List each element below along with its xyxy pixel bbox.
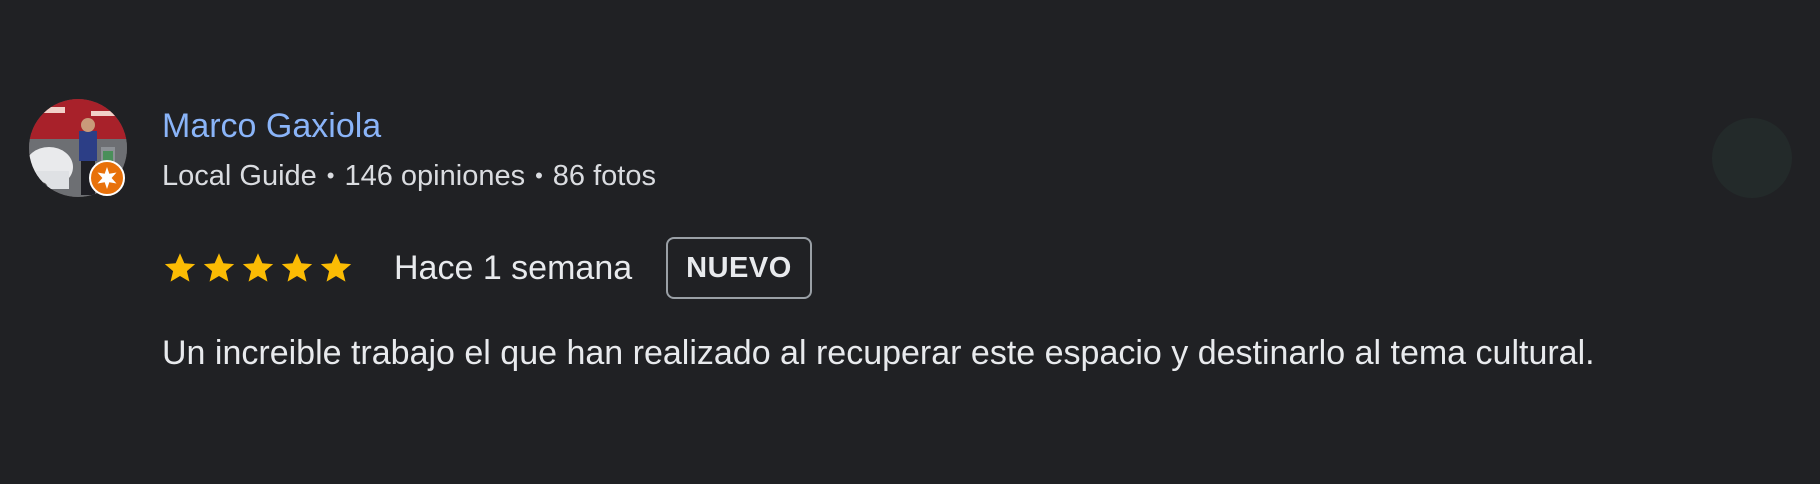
rating-row: Hace 1 semana NUEVO: [162, 236, 812, 300]
star-icon: [242, 253, 274, 282]
review-date: Hace 1 semana: [394, 248, 633, 287]
star-rating: [162, 250, 357, 286]
star-icon: [203, 253, 235, 282]
review-text: Un increible trabajo el que han realizad…: [162, 334, 1595, 372]
local-guide-badge-icon: [89, 160, 125, 196]
star-icon: [281, 253, 313, 282]
reviewer-level: Local Guide: [162, 160, 317, 192]
photos-count: 86 fotos: [552, 160, 656, 192]
star-icon: [320, 253, 352, 282]
reviewer-meta[interactable]: Local Guide • 146 opiniones • 86 fotos: [162, 156, 656, 196]
new-badge: NUEVO: [666, 237, 812, 299]
action-button[interactable]: [1712, 118, 1792, 198]
meta-separator: •: [326, 163, 335, 188]
reviewer-name[interactable]: Marco Gaxiola: [162, 103, 381, 149]
meta-separator: •: [535, 163, 543, 188]
star-icon: [164, 253, 196, 282]
reviews-count: 146 opiniones: [344, 160, 526, 192]
review-card: Marco Gaxiola Local Guide • 146 opinione…: [0, 0, 1820, 484]
